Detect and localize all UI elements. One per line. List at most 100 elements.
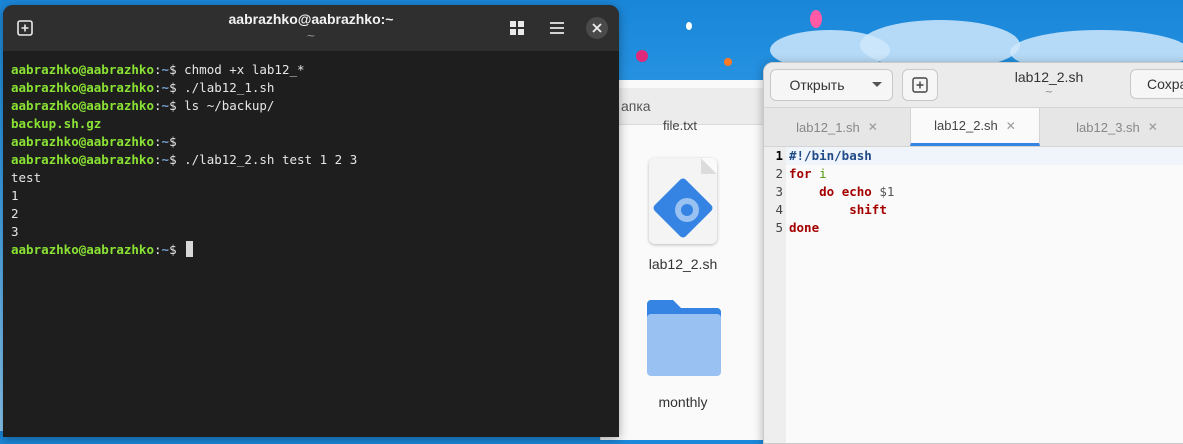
prompt-separator: : [154,80,162,95]
terminal-header: aabrazhko@aabrazhko:~ ~ [3,5,619,51]
editor-header: Открыть lab12_2.sh ~ Сохра [764,63,1183,108]
line-number-gutter: 1 2 3 4 5 [764,147,786,443]
prompt-dollar: $ [169,62,185,77]
prompt-path: ~ [161,242,170,257]
code-token: shift [849,202,887,217]
desktop-balloon [686,22,692,30]
tab-lab12-1[interactable]: lab12_1.sh ✕ [764,108,910,146]
hamburger-icon [550,22,564,34]
prompt-separator: : [154,134,162,149]
new-document-button[interactable] [902,69,938,101]
editor-tabs: lab12_1.sh ✕ lab12_2.sh ✕ lab12_3.sh ✕ [764,108,1183,147]
code-line: do echo $1 [789,183,894,201]
desktop-balloon [724,58,732,66]
code-token: for [789,166,812,181]
close-tab-icon[interactable]: ✕ [868,120,878,134]
desktop-balloon [636,50,648,62]
prompt-dollar: $ [169,152,185,167]
code-token: #!/bin/bash [789,148,872,163]
open-dropdown-button[interactable] [862,69,893,101]
terminal-line: 1 [11,187,611,205]
output-text: 3 [11,224,19,239]
script-icon[interactable] [649,158,717,244]
command-text: ./lab12_2.sh test 1 2 3 [184,152,358,167]
terminal-line: aabrazhko@aabrazhko:~$ [11,241,611,259]
line-number: 5 [775,220,783,235]
output-text: 1 [11,188,19,203]
prompt-dollar: $ [169,80,185,95]
desktop-balloon [810,10,822,28]
save-button[interactable]: Сохра [1130,69,1183,99]
view-grid-button[interactable] [503,14,531,42]
output-text: 2 [11,206,19,221]
prompt-user: aabrazhko@aabrazhko [11,134,154,149]
menu-button[interactable] [543,14,571,42]
file-label-partial[interactable]: file.txt [663,118,697,133]
prompt-path: ~ [161,152,170,167]
prompt-path: ~ [161,62,170,77]
file-item-label[interactable]: monthly [603,394,763,410]
code-token: $1 [879,184,895,199]
command-text: ./lab12_1.sh [184,80,275,95]
tab-label: lab12_2.sh [934,118,998,133]
terminal-line: backup.sh.gz [11,115,611,133]
code-token: i [819,166,827,181]
terminal-window[interactable]: aabrazhko@aabrazhko:~ ~ aabrazhko@aabraz… [3,5,619,437]
prompt-user: aabrazhko@aabrazhko [11,62,154,77]
close-button[interactable] [583,14,611,42]
text-cursor [186,241,194,257]
line-number: 1 [775,148,783,163]
code-line: shift [789,201,894,219]
file-item-label[interactable]: lab12_2.sh [603,256,763,272]
command-text: ls ~/backup/ [184,98,275,113]
terminal-output[interactable]: aabrazhko@aabrazhko:~$ chmod +x lab12_* a… [11,61,611,259]
prompt-separator: : [154,98,162,113]
code-line: done [789,219,894,237]
terminal-line: test [11,169,611,187]
editor-title: lab12_2.sh [1014,69,1084,85]
code-area[interactable]: #!/bin/bash for i do echo $1 shift done [789,147,894,237]
close-tab-icon[interactable]: ✕ [1006,119,1016,133]
new-document-icon [912,77,928,93]
tab-lab12-2[interactable]: lab12_2.sh ✕ [910,108,1040,146]
code-token: do [819,184,835,199]
close-icon [586,17,608,39]
prompt-dollar: $ [169,98,185,113]
code-token: echo [841,184,872,199]
prompt-dollar: $ [169,134,185,149]
prompt-dollar: $ [169,242,185,257]
terminal-line: aabrazhko@aabrazhko:~$ ls ~/backup/ [11,97,611,115]
prompt-user: aabrazhko@aabrazhko [11,80,154,95]
terminal-line: aabrazhko@aabrazhko:~$ chmod +x lab12_* [11,61,611,79]
folder-icon[interactable] [645,298,723,380]
code-token: done [789,220,820,235]
prompt-user: aabrazhko@aabrazhko [11,98,154,113]
text-editor-window[interactable]: Открыть lab12_2.sh ~ Сохра lab12_1.sh ✕ l… [763,62,1183,444]
prompt-user: aabrazhko@aabrazhko [11,242,154,257]
terminal-line: aabrazhko@aabrazhko:~$ [11,133,611,151]
terminal-line: 3 [11,223,611,241]
command-text: chmod +x lab12_* [184,62,305,77]
prompt-separator: : [154,62,162,77]
open-button[interactable]: Открыть [770,69,864,101]
file-manager-path: апка [621,98,651,114]
close-tab-icon[interactable]: ✕ [1148,120,1158,134]
editor-subtitle: ~ [1044,87,1054,98]
tab-label: lab12_1.sh [796,119,860,135]
prompt-user: aabrazhko@aabrazhko [11,152,154,167]
code-line: #!/bin/bash [789,147,894,165]
prompt-separator: : [154,152,162,167]
tab-label: lab12_3.sh [1076,119,1140,135]
chevron-down-icon [872,82,882,87]
file-entry: backup.sh.gz [11,116,102,131]
prompt-path: ~ [161,80,170,95]
tab-lab12-3[interactable]: lab12_3.sh ✕ [1040,108,1183,146]
prompt-separator: : [154,242,162,257]
code-line: for i [789,165,894,183]
prompt-path: ~ [161,98,170,113]
line-number: 4 [775,202,783,217]
